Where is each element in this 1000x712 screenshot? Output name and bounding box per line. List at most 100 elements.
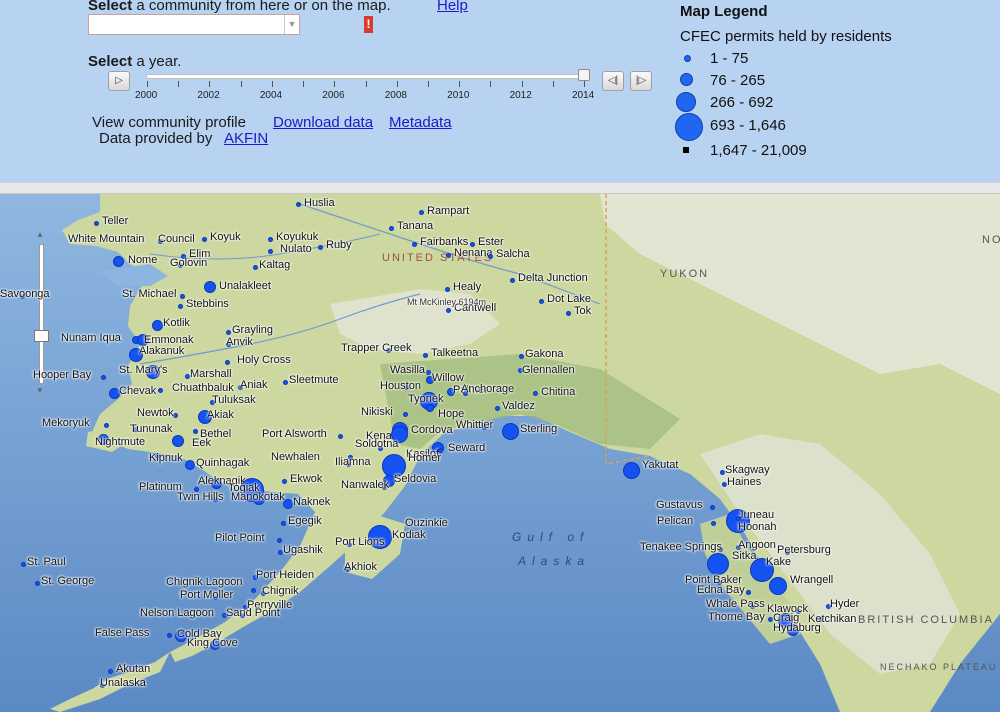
community-label[interactable]: Alakanuk (139, 345, 184, 357)
community-label[interactable]: Haines (727, 476, 761, 488)
community-marker[interactable] (402, 411, 408, 417)
community-label[interactable]: Nikiski (361, 406, 393, 418)
next-year-button[interactable]: |▷ (630, 71, 652, 91)
community-label[interactable]: Nenana (454, 247, 493, 259)
map-view[interactable]: ▲ ▼ UNITED STATES YUKON BRITISH COLUMBIA… (0, 194, 1000, 712)
community-marker[interactable] (204, 281, 216, 293)
community-label[interactable]: Trapper Creek (341, 342, 412, 354)
community-marker[interactable] (93, 220, 99, 226)
community-label[interactable]: Hyder (830, 598, 859, 610)
community-label[interactable]: Anvik (226, 336, 253, 348)
community-label[interactable]: Nulato (280, 243, 312, 255)
community-label[interactable]: Gakona (525, 348, 564, 360)
community-label[interactable]: False Pass (95, 627, 149, 639)
community-label[interactable]: Unalakleet (219, 280, 271, 292)
community-label[interactable]: Rampart (427, 205, 469, 217)
community-marker[interactable] (745, 589, 751, 595)
community-marker[interactable] (103, 422, 109, 428)
community-marker[interactable] (487, 253, 493, 259)
community-marker[interactable] (166, 632, 172, 638)
community-marker[interactable] (283, 499, 293, 509)
community-label[interactable]: Port Lions (335, 536, 385, 548)
community-marker[interactable] (185, 460, 195, 470)
community-marker[interactable] (426, 404, 434, 412)
community-label[interactable]: Akiak (207, 409, 234, 421)
community-label[interactable]: Mt McKinley 6194m (407, 297, 486, 307)
community-label[interactable]: Eek (192, 437, 211, 449)
community-label[interactable]: Sitka (732, 550, 756, 562)
panel-divider[interactable] (0, 182, 1000, 194)
community-label[interactable]: Platinum (139, 481, 182, 493)
community-label[interactable]: Whittier (456, 419, 493, 431)
community-label[interactable]: Golovin (170, 257, 207, 269)
community-label[interactable]: Egegik (288, 515, 322, 527)
community-label[interactable]: Aniak (240, 379, 268, 391)
community-label[interactable]: Valdez (502, 400, 535, 412)
community-label[interactable]: Holy Cross (237, 354, 291, 366)
community-label[interactable]: Grayling (232, 324, 273, 336)
community-label[interactable]: White Mountain (68, 233, 144, 245)
community-label[interactable]: Akhiok (344, 561, 377, 573)
community-label[interactable]: Tununak (130, 423, 172, 435)
community-marker[interactable] (20, 561, 26, 567)
community-marker[interactable] (532, 390, 538, 396)
community-marker[interactable] (277, 549, 283, 555)
community-marker[interactable] (225, 329, 231, 335)
community-label[interactable]: Seldovia (394, 473, 436, 485)
community-label[interactable]: Cordova (411, 424, 453, 436)
community-label[interactable]: Tuluksak (212, 394, 256, 406)
community-label[interactable]: Kotlik (163, 317, 190, 329)
community-marker[interactable] (100, 374, 106, 380)
zoom-handle[interactable] (34, 330, 49, 342)
community-label[interactable]: Talkeetna (431, 347, 478, 359)
community-marker[interactable] (151, 319, 163, 331)
community-label[interactable]: Chignik (262, 585, 299, 597)
community-label[interactable]: Chitina (541, 386, 575, 398)
community-label[interactable]: Naknek (293, 496, 330, 508)
community-label[interactable]: St. George (41, 575, 94, 587)
community-marker[interactable] (707, 553, 729, 575)
community-label[interactable]: Salcha (496, 248, 530, 260)
community-label[interactable]: Port Moller (180, 589, 233, 601)
community-label[interactable]: Nelson Lagoon (140, 607, 214, 619)
community-label[interactable]: Willow (432, 372, 464, 384)
community-marker[interactable] (280, 520, 286, 526)
community-marker[interactable] (267, 248, 273, 254)
year-slider[interactable] (146, 74, 588, 79)
community-label[interactable]: Akutan (116, 663, 150, 675)
community-marker[interactable] (250, 587, 256, 593)
community-label[interactable]: Manokotak (231, 491, 285, 503)
community-marker[interactable] (494, 405, 500, 411)
community-label[interactable]: Thorne Bay (708, 611, 765, 623)
help-link[interactable]: Help (437, 0, 468, 14)
community-label[interactable]: Kodiak (392, 529, 426, 541)
community-label[interactable]: Twin Hills (177, 491, 223, 503)
community-marker[interactable] (509, 277, 515, 283)
community-marker[interactable] (709, 504, 715, 510)
community-label[interactable]: Newhalen (271, 451, 320, 463)
zoom-out-icon[interactable]: ▼ (36, 386, 44, 395)
community-label[interactable]: St. Paul (27, 556, 66, 568)
community-label[interactable]: Glennallen (522, 364, 575, 376)
community-label[interactable]: Tyonek (408, 393, 443, 405)
community-marker[interactable] (184, 373, 190, 379)
community-marker[interactable] (224, 359, 230, 365)
community-marker[interactable] (425, 369, 431, 375)
previous-year-button[interactable]: ◁| (602, 71, 624, 91)
community-marker[interactable] (112, 255, 124, 267)
community-marker[interactable] (501, 422, 519, 440)
community-label[interactable]: Nightmute (95, 436, 145, 448)
community-marker[interactable] (444, 286, 450, 292)
community-label[interactable]: Healy (453, 281, 481, 293)
community-label[interactable]: Tenakee Springs (640, 541, 722, 553)
community-marker[interactable] (157, 387, 163, 393)
community-marker[interactable] (177, 303, 183, 309)
community-label[interactable]: Wasilla (390, 364, 425, 376)
community-label[interactable]: Teller (102, 215, 128, 227)
community-label[interactable]: Homer (408, 452, 441, 464)
community-label[interactable]: Hydaburg (773, 622, 821, 634)
community-marker[interactable] (252, 264, 258, 270)
community-label[interactable]: Ugashik (283, 544, 323, 556)
community-label[interactable]: Chignik Lagoon (166, 576, 242, 588)
community-label[interactable]: Marshall (190, 368, 232, 380)
